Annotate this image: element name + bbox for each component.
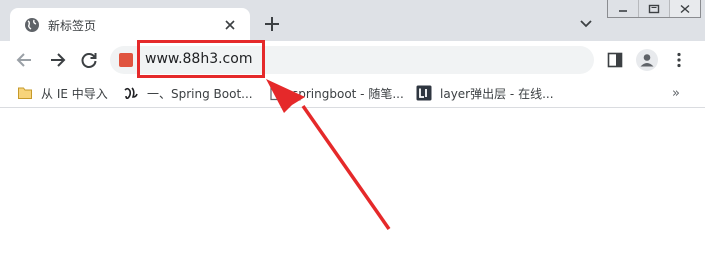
page-icon bbox=[270, 85, 282, 101]
bookmarks-bar: 从 IE 中导入 一、Spring Boot... springboot - 随… bbox=[0, 79, 705, 108]
menu-dots-icon[interactable] bbox=[676, 52, 682, 68]
reload-icon[interactable] bbox=[79, 50, 99, 70]
minimize-button[interactable] bbox=[608, 0, 639, 17]
bookmark-label: springboot - 随笔... bbox=[292, 86, 404, 101]
url-highlight-box bbox=[137, 40, 265, 78]
chevron-down-icon[interactable] bbox=[578, 15, 594, 31]
bookmark-springboot-blog[interactable]: springboot - 随笔... bbox=[268, 84, 404, 102]
site-favicon-icon bbox=[119, 53, 133, 67]
bookmarks-overflow-button[interactable]: » bbox=[672, 86, 680, 101]
globe-icon bbox=[25, 18, 39, 32]
toolbar: www.88h3.com bbox=[0, 41, 705, 79]
close-window-button[interactable] bbox=[670, 0, 700, 17]
forward-arrow-icon[interactable] bbox=[47, 50, 67, 70]
bookmark-label: 一、Spring Boot... bbox=[147, 86, 253, 101]
side-panel-icon[interactable] bbox=[607, 52, 623, 68]
bookmark-import-ie[interactable]: 从 IE 中导入 bbox=[17, 84, 108, 102]
new-tab-button[interactable] bbox=[263, 15, 281, 33]
maximize-button[interactable] bbox=[639, 0, 670, 17]
minimize-icon bbox=[619, 9, 627, 12]
folder-icon bbox=[18, 87, 32, 99]
bookmark-spring-boot[interactable]: 一、Spring Boot... bbox=[123, 84, 253, 102]
tab-title: 新标签页 bbox=[48, 19, 97, 33]
close-icon bbox=[680, 4, 690, 13]
tab-new-tab[interactable]: 新标签页 bbox=[10, 8, 250, 41]
bookmark-label: layer弹出层 - 在线... bbox=[440, 86, 554, 101]
back-arrow-icon[interactable] bbox=[15, 50, 35, 70]
layer-logo-icon bbox=[416, 85, 432, 101]
tab-strip: 新标签页 bbox=[0, 0, 705, 41]
maximize-icon bbox=[648, 4, 660, 13]
bookmark-layer[interactable]: layer弹出层 - 在线... bbox=[416, 84, 554, 102]
site-logo-icon bbox=[124, 87, 138, 100]
profile-icon[interactable] bbox=[636, 49, 658, 71]
bookmark-label: 从 IE 中导入 bbox=[41, 86, 108, 101]
close-icon[interactable] bbox=[222, 17, 238, 33]
window-controls bbox=[607, 0, 701, 18]
